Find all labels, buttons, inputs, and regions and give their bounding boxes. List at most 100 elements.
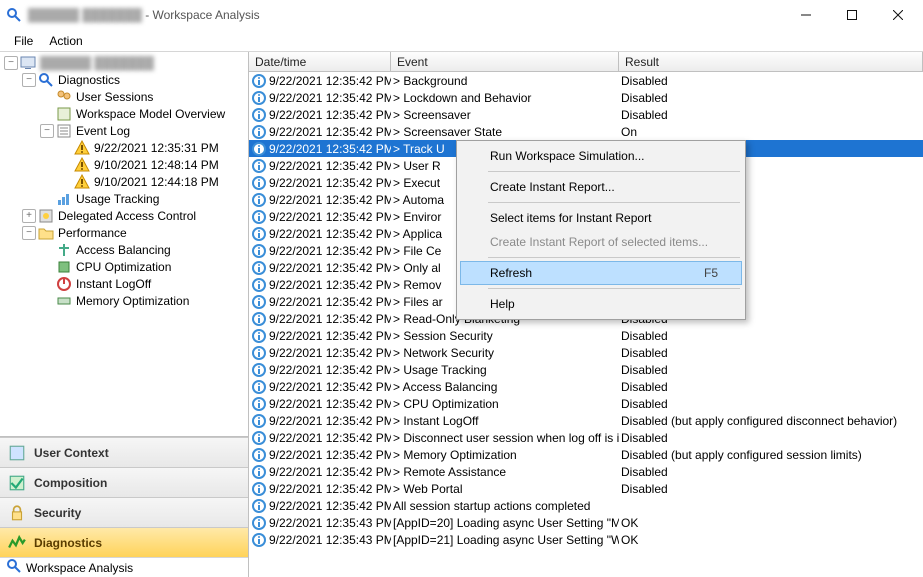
tree-node[interactable]: 9/10/2021 12:48:14 PM <box>0 156 248 173</box>
tree-node[interactable]: User Sessions <box>0 88 248 105</box>
cell-event: > Screensaver <box>391 108 619 122</box>
nav-security[interactable]: Security <box>0 497 248 527</box>
collapse-icon[interactable]: − <box>22 226 36 240</box>
cell-event: > Lockdown and Behavior <box>391 91 619 105</box>
warn-icon <box>74 174 90 190</box>
left-pane: −██████ ███████−DiagnosticsUser Sessions… <box>0 52 249 577</box>
menu-separator <box>488 288 740 289</box>
tree-node[interactable]: Workspace Model Overview <box>0 105 248 122</box>
cell-datetime: 9/22/2021 12:35:42 PM <box>269 193 391 207</box>
collapse-icon[interactable]: − <box>4 56 18 70</box>
tree-node[interactable]: Usage Tracking <box>0 190 248 207</box>
table-row[interactable]: 9/22/2021 12:35:42 PM> ScreensaverDisabl… <box>249 106 923 123</box>
info-icon <box>251 498 267 514</box>
table-row[interactable]: 9/22/2021 12:35:42 PM> Network SecurityD… <box>249 344 923 361</box>
tree-node[interactable]: 9/22/2021 12:35:31 PM <box>0 139 248 156</box>
nav-composition[interactable]: Composition <box>0 467 248 497</box>
tree-spacer <box>40 243 54 257</box>
table-row[interactable]: 9/22/2021 12:35:42 PM> Lockdown and Beha… <box>249 89 923 106</box>
tree-node[interactable]: −Diagnostics <box>0 71 248 88</box>
table-row[interactable]: 9/22/2021 12:35:42 PM> CPU OptimizationD… <box>249 395 923 412</box>
tree-spacer <box>40 277 54 291</box>
tree-label: 9/22/2021 12:35:31 PM <box>94 141 219 155</box>
close-button[interactable] <box>875 0 921 30</box>
table-row[interactable]: 9/22/2021 12:35:42 PM> Instant LogOffDis… <box>249 412 923 429</box>
context-menu[interactable]: Run Workspace Simulation... Create Instan… <box>456 140 746 320</box>
tree-node[interactable]: Access Balancing <box>0 241 248 258</box>
info-icon <box>251 345 267 361</box>
menu-label: Help <box>490 297 515 311</box>
cell-event: All session startup actions completed <box>391 499 619 513</box>
tree-node[interactable]: Memory Optimization <box>0 292 248 309</box>
maximize-button[interactable] <box>829 0 875 30</box>
collapse-icon[interactable]: − <box>40 124 54 138</box>
tree-node[interactable]: CPU Optimization <box>0 258 248 275</box>
folder-icon <box>38 225 54 241</box>
table-row[interactable]: 9/22/2021 12:35:42 PM> Disconnect user s… <box>249 429 923 446</box>
expand-icon[interactable]: + <box>22 209 36 223</box>
nav-icon <box>8 444 26 462</box>
col-event[interactable]: Event <box>391 52 619 71</box>
cell-result: OK <box>619 516 923 530</box>
info-icon <box>251 532 267 548</box>
table-row[interactable]: 9/22/2021 12:35:42 PM> Usage TrackingDis… <box>249 361 923 378</box>
nav-diagnostics[interactable]: Diagnostics <box>0 527 248 557</box>
table-row[interactable]: 9/22/2021 12:35:43 PM[AppID=21] Loading … <box>249 531 923 548</box>
menu-item-run-workspace-simulation[interactable]: Run Workspace Simulation... <box>460 144 742 168</box>
cell-datetime: 9/22/2021 12:35:42 PM <box>269 210 391 224</box>
cell-event: > Network Security <box>391 346 619 360</box>
tree-label: Workspace Model Overview <box>76 107 225 121</box>
tree-label: 9/10/2021 12:44:18 PM <box>94 175 219 189</box>
table-row[interactable]: 9/22/2021 12:35:42 PMAll session startup… <box>249 497 923 514</box>
menu-label: Refresh <box>490 266 532 280</box>
menu-item-select-items-for-instant-report[interactable]: Select items for Instant Report <box>460 206 742 230</box>
minimize-button[interactable] <box>783 0 829 30</box>
tree-spacer <box>58 141 72 155</box>
table-row[interactable]: 9/22/2021 12:35:42 PM> Remote Assistance… <box>249 463 923 480</box>
info-icon <box>251 209 267 225</box>
col-datetime[interactable]: Date/time <box>249 52 391 71</box>
wmodel-icon <box>56 106 72 122</box>
table-row[interactable]: 9/22/2021 12:35:42 PM> Session SecurityD… <box>249 327 923 344</box>
nav-user-context[interactable]: User Context <box>0 437 248 467</box>
menu-item-create-instant-report[interactable]: Create Instant Report... <box>460 175 742 199</box>
table-row[interactable]: 9/22/2021 12:35:42 PM> Memory Optimizati… <box>249 446 923 463</box>
info-icon <box>251 464 267 480</box>
cell-datetime: 9/22/2021 12:35:42 PM <box>269 227 391 241</box>
menu-action[interactable]: Action <box>41 32 90 50</box>
nav-label: Security <box>34 506 81 520</box>
info-icon <box>251 294 267 310</box>
table-row[interactable]: 9/22/2021 12:35:42 PM> Screensaver State… <box>249 123 923 140</box>
cell-datetime: 9/22/2021 12:35:43 PM <box>269 533 391 547</box>
table-row[interactable]: 9/22/2021 12:35:43 PM[AppID=20] Loading … <box>249 514 923 531</box>
cell-result: Disabled <box>619 108 923 122</box>
tree-node[interactable]: −Event Log <box>0 122 248 139</box>
menu-label: Create Instant Report... <box>490 180 615 194</box>
tree-node[interactable]: Instant LogOff <box>0 275 248 292</box>
cell-datetime: 9/22/2021 12:35:42 PM <box>269 261 391 275</box>
menu-file[interactable]: File <box>6 32 41 50</box>
cell-datetime: 9/22/2021 12:35:42 PM <box>269 142 391 156</box>
info-icon <box>251 141 267 157</box>
menu-item-refresh[interactable]: RefreshF5 <box>460 261 742 285</box>
col-result[interactable]: Result <box>619 52 923 71</box>
tree-node[interactable]: −██████ ███████ <box>0 54 248 71</box>
tree-node[interactable]: −Performance <box>0 224 248 241</box>
info-icon <box>251 396 267 412</box>
tree-view[interactable]: −██████ ███████−DiagnosticsUser Sessions… <box>0 52 248 436</box>
cell-datetime: 9/22/2021 12:35:42 PM <box>269 91 391 105</box>
cell-event: > Session Security <box>391 329 619 343</box>
cell-event: > Web Portal <box>391 482 619 496</box>
cell-result: Disabled <box>619 397 923 411</box>
table-row[interactable]: 9/22/2021 12:35:42 PM> Access BalancingD… <box>249 378 923 395</box>
menu-item-help[interactable]: Help <box>460 292 742 316</box>
warn-icon <box>74 140 90 156</box>
tree-label: Usage Tracking <box>76 192 159 206</box>
table-row[interactable]: 9/22/2021 12:35:42 PM> Web PortalDisable… <box>249 480 923 497</box>
collapse-icon[interactable]: − <box>22 73 36 87</box>
tree-node[interactable]: +Delegated Access Control <box>0 207 248 224</box>
tree-node[interactable]: 9/10/2021 12:44:18 PM <box>0 173 248 190</box>
balance-icon <box>56 242 72 258</box>
table-row[interactable]: 9/22/2021 12:35:42 PM> BackgroundDisable… <box>249 72 923 89</box>
cell-event: > Remote Assistance <box>391 465 619 479</box>
